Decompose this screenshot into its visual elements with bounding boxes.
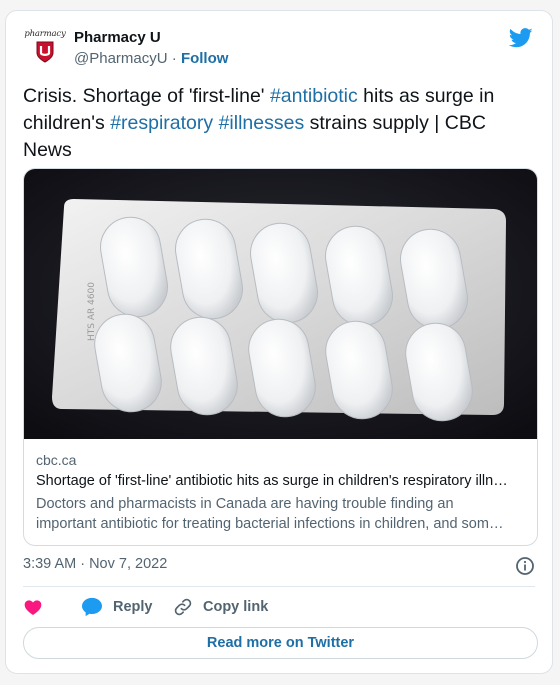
pill-blister-pack-image: HTS AR 4600 xyxy=(24,169,537,439)
handle-separator: · xyxy=(171,50,177,67)
copy-link-label: Copy link xyxy=(203,599,269,615)
like-button[interactable] xyxy=(23,595,43,619)
logo-wordmark: pharmacy xyxy=(24,29,66,39)
tweet-actions: Reply Copy link xyxy=(23,595,535,619)
tweet-timestamp[interactable]: 3:39 AM · Nov 7, 2022 xyxy=(23,556,167,572)
link-preview-card[interactable]: HTS AR 4600 cbc.ca Shortage of 'first-li… xyxy=(23,168,538,546)
chain-link-icon xyxy=(174,598,192,616)
hashtag-respiratory[interactable]: #respiratory xyxy=(110,112,213,134)
info-circle-icon[interactable] xyxy=(515,556,535,576)
hashtag-antibiotic[interactable]: #antibiotic xyxy=(270,85,358,107)
tweet-text: Crisis. Shortage of 'first-line' #antibi… xyxy=(23,83,523,164)
hashtag-illnesses[interactable]: #illnesses xyxy=(219,112,305,134)
heart-icon xyxy=(24,600,42,615)
pharmacy-u-shield-logo xyxy=(36,41,54,63)
copy-link-button[interactable]: Copy link xyxy=(173,595,268,619)
reply-label: Reply xyxy=(113,599,153,615)
author-name[interactable]: Pharmacy U xyxy=(74,29,161,46)
speech-bubble-icon xyxy=(82,597,102,617)
link-description-line: Doctors and pharmacists in Canada are ha… xyxy=(36,496,454,512)
reply-button[interactable]: Reply xyxy=(81,595,153,619)
author-handle-line: @PharmacyU · Follow xyxy=(74,50,228,67)
link-title: Shortage of 'first-line' antibiotic hits… xyxy=(36,473,508,489)
link-domain: cbc.ca xyxy=(36,452,77,468)
svg-text:HTS AR 4600: HTS AR 4600 xyxy=(87,282,97,341)
divider xyxy=(23,586,535,587)
author-handle[interactable]: @PharmacyU xyxy=(74,50,168,67)
link-description-line: important antibiotic for treating bacter… xyxy=(36,516,504,532)
tweet-header: pharmacy Pharmacy U @PharmacyU · Follow xyxy=(23,26,535,70)
twitter-bird-icon[interactable] xyxy=(509,28,533,48)
author-avatar[interactable]: pharmacy xyxy=(23,29,67,73)
read-more-button[interactable]: Read more on Twitter xyxy=(23,627,538,659)
tweet-text-segment: Crisis. Shortage of 'first-line' xyxy=(23,85,270,107)
tweet-card: pharmacy Pharmacy U @PharmacyU · Follow … xyxy=(5,10,553,674)
link-description: Doctors and pharmacists in Canada are ha… xyxy=(36,494,526,534)
follow-link[interactable]: Follow xyxy=(181,50,229,67)
